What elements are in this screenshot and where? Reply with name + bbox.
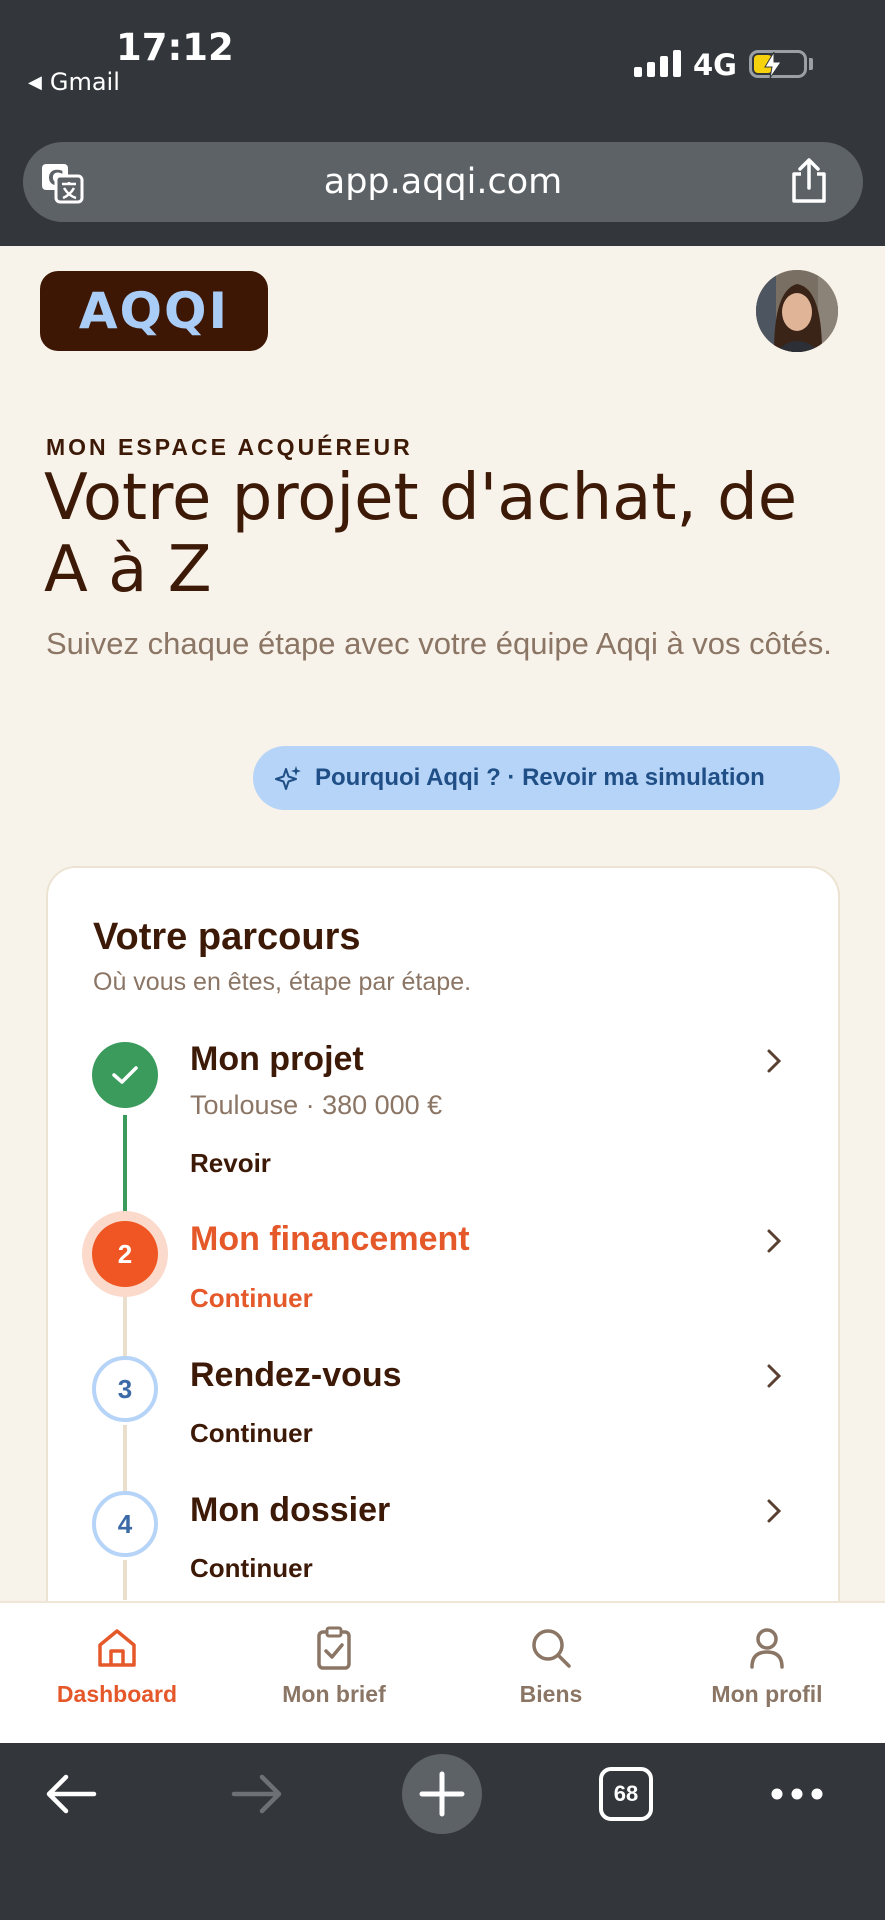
journey-title: Votre parcours bbox=[93, 916, 361, 958]
page-title: Votre projet d'achat, de A à Z bbox=[44, 461, 798, 607]
step-3-continue-link[interactable]: Continuer bbox=[190, 1418, 313, 1449]
signal-strength-icon bbox=[634, 50, 681, 77]
nav-mon-brief[interactable]: Mon brief bbox=[234, 1625, 434, 1708]
chevron-right-icon[interactable] bbox=[764, 1047, 784, 1075]
share-icon[interactable] bbox=[786, 158, 832, 204]
step-connector bbox=[123, 1425, 127, 1493]
network-type: 4G bbox=[693, 48, 737, 82]
new-tab-button[interactable] bbox=[402, 1754, 482, 1834]
section-eyebrow: MON ESPACE ACQUÉREUR bbox=[46, 434, 413, 460]
step-connector bbox=[123, 1290, 127, 1358]
nav-dashboard[interactable]: Dashboard bbox=[17, 1625, 217, 1708]
review-simulation-button[interactable]: Pourquoi Aqqi ? · Revoir ma simulation bbox=[253, 746, 840, 810]
search-icon bbox=[532, 1629, 571, 1668]
sparkles-icon bbox=[275, 766, 301, 790]
chevron-right-icon[interactable] bbox=[764, 1362, 784, 1390]
user-icon bbox=[750, 1628, 784, 1669]
step-3-number: 3 bbox=[117, 1373, 133, 1404]
step-2-current-badge: 2 bbox=[92, 1221, 158, 1287]
more-options-icon[interactable] bbox=[770, 1784, 824, 1804]
chevron-right-icon[interactable] bbox=[764, 1227, 784, 1255]
step-1-title[interactable]: Mon projet bbox=[190, 1040, 364, 1079]
plus-icon bbox=[419, 1771, 465, 1817]
back-triangle-icon: ◀ bbox=[28, 71, 42, 93]
step-4-badge: 4 bbox=[92, 1491, 158, 1557]
status-time: 17:12 bbox=[116, 26, 234, 69]
step-3-badge: 3 bbox=[92, 1356, 158, 1422]
back-arrow-icon[interactable] bbox=[44, 1772, 98, 1816]
nav-mon-brief-label: Mon brief bbox=[282, 1681, 386, 1707]
aqqi-logo[interactable]: AQQI bbox=[40, 271, 268, 351]
nav-dashboard-label: Dashboard bbox=[56, 1681, 178, 1707]
tabs-button[interactable]: 68 bbox=[599, 1767, 653, 1821]
step-4-continue-link[interactable]: Continuer bbox=[190, 1553, 313, 1584]
battery-tip bbox=[809, 58, 813, 70]
step-connector-done bbox=[123, 1115, 127, 1215]
page-subtitle: Suivez chaque étape avec votre équipe Aq… bbox=[46, 626, 832, 661]
clipboard-check-icon bbox=[317, 1626, 351, 1670]
journey-subtitle: Où vous en êtes, étape par étape. bbox=[93, 968, 472, 996]
url-text[interactable]: app.aqqi.com bbox=[23, 142, 863, 222]
back-app-label: Gmail bbox=[49, 68, 120, 96]
step-connector bbox=[123, 1560, 127, 1600]
step-4-number: 4 bbox=[117, 1508, 133, 1539]
chevron-right-icon[interactable] bbox=[764, 1497, 784, 1525]
logo-text: AQQI bbox=[78, 282, 230, 340]
simulation-button-label: Pourquoi Aqqi ? · Revoir ma simulation bbox=[315, 764, 765, 791]
user-avatar[interactable] bbox=[756, 270, 838, 352]
step-1-meta: Toulouse · 380 000 € bbox=[190, 1090, 443, 1120]
step-1-review-link[interactable]: Revoir bbox=[190, 1148, 271, 1179]
step-1-done-badge bbox=[92, 1042, 158, 1108]
nav-mon-profil[interactable]: Mon profil bbox=[667, 1625, 867, 1708]
nav-biens-label: Biens bbox=[519, 1681, 583, 1707]
home-icon bbox=[98, 1629, 136, 1667]
tabs-count: 68 bbox=[613, 1781, 639, 1806]
back-to-app-link[interactable]: ◀ Gmail bbox=[28, 68, 120, 96]
translate-icon[interactable]: G bbox=[40, 162, 84, 204]
battery-charging-icon bbox=[749, 50, 807, 78]
step-4-title[interactable]: Mon dossier bbox=[190, 1491, 390, 1530]
step-2-number: 2 bbox=[117, 1238, 133, 1269]
step-3-title[interactable]: Rendez-vous bbox=[190, 1356, 402, 1395]
step-2-title[interactable]: Mon financement bbox=[190, 1220, 470, 1259]
forward-arrow-icon[interactable] bbox=[230, 1772, 284, 1816]
check-icon bbox=[112, 1066, 138, 1084]
nav-mon-profil-label: Mon profil bbox=[711, 1681, 823, 1707]
step-2-continue-link[interactable]: Continuer bbox=[190, 1283, 313, 1314]
nav-biens[interactable]: Biens bbox=[451, 1625, 651, 1708]
